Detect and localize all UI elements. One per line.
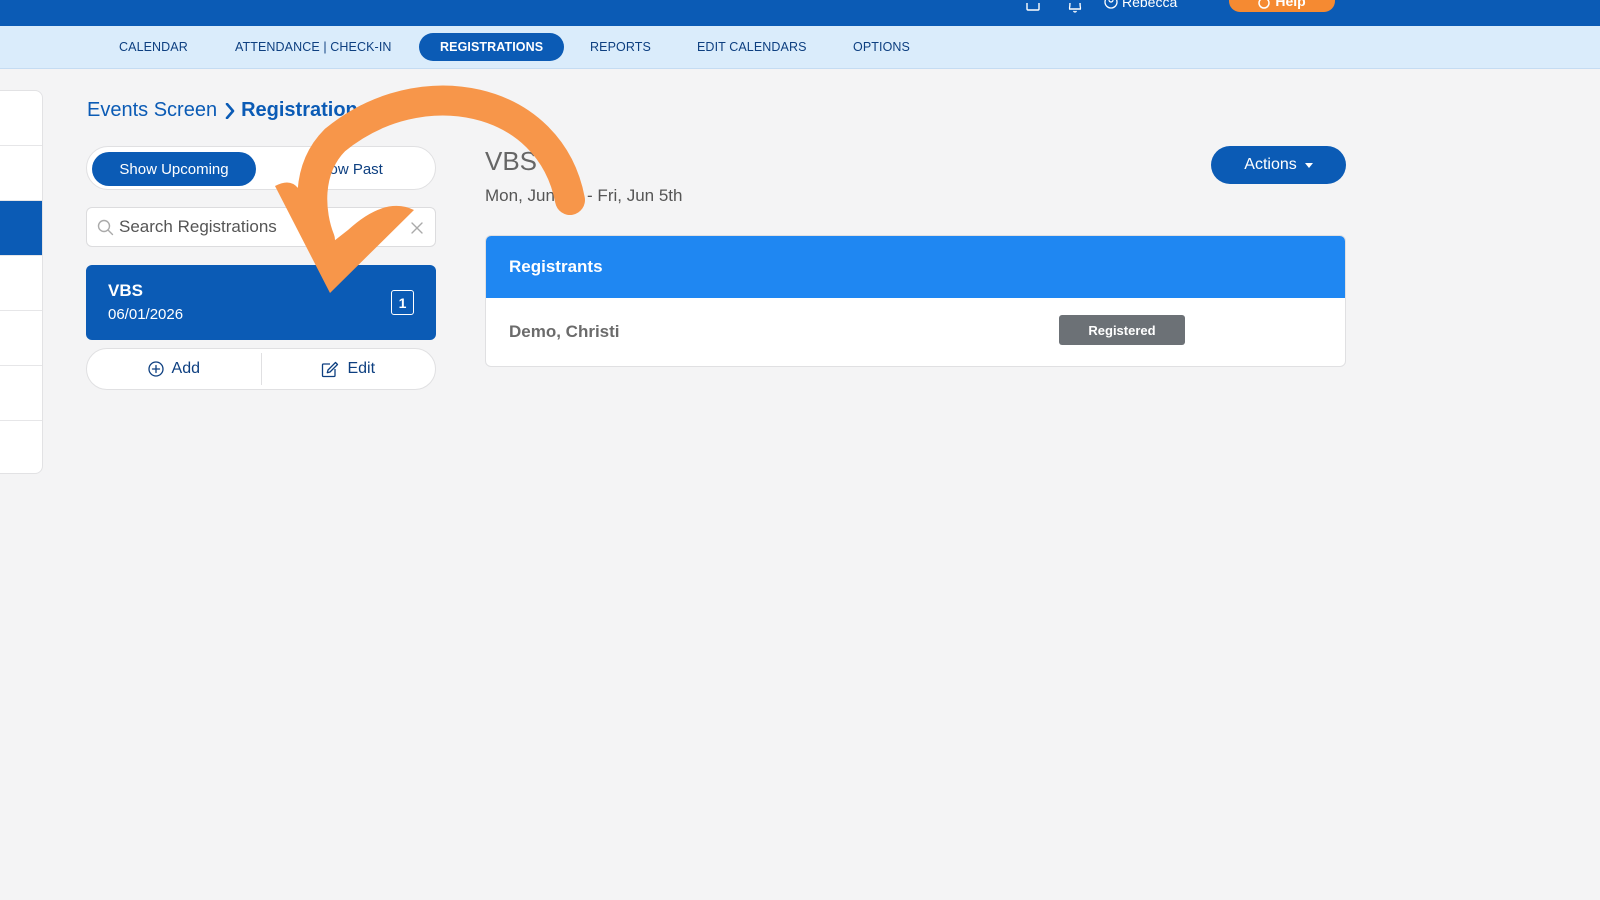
edit-event-button[interactable]: Edit [262,349,436,389]
nav-calendar[interactable]: CALENDAR [119,33,188,61]
rail-item[interactable] [0,256,42,311]
edit-icon [322,361,339,377]
user-icon [1104,0,1118,9]
side-rail [0,90,43,474]
edit-label: Edit [347,360,376,377]
question-icon [1258,0,1271,9]
top-bar: Rebecca Help [0,0,1600,26]
rail-item-active[interactable] [0,201,42,256]
event-detail-title: VBS [485,146,538,176]
rail-item[interactable] [0,91,42,146]
help-button[interactable]: Help [1229,0,1335,12]
user-menu[interactable]: Rebecca [1104,0,1177,14]
add-label: Add [171,360,200,377]
clear-icon[interactable] [411,221,423,239]
event-date-range: Mon, Jun 1st - Fri, Jun 5th [485,186,683,205]
nav-registrations[interactable]: REGISTRATIONS [419,33,565,61]
rail-item[interactable] [0,311,42,366]
bell-icon[interactable] [1067,0,1083,13]
breadcrumb-events-screen[interactable]: Events Screen [87,99,217,122]
main-nav: CALENDAR ATTENDANCE | CHECK-IN REGISTRAT… [0,26,1600,69]
calendar-icon[interactable] [1025,0,1041,11]
event-action-bar: Add Edit [86,348,436,390]
help-label: Help [1275,0,1306,9]
event-title: VBS [108,281,143,300]
rail-item[interactable] [0,421,42,473]
registrants-panel: Registrants Demo, Christi Registered [485,235,1346,367]
registrants-header: Registrants [486,236,1345,298]
nav-options[interactable]: OPTIONS [853,33,910,61]
registrant-name[interactable]: Demo, Christi [509,322,620,342]
user-name: Rebecca [1122,0,1178,10]
rail-item[interactable] [0,146,42,201]
nav-edit-calendars[interactable]: EDIT CALENDARS [697,33,807,61]
actions-dropdown-button[interactable]: Actions [1211,146,1346,184]
plus-circle-icon [147,361,164,377]
breadcrumb-current: Registrations [241,99,369,121]
rail-item[interactable] [0,366,42,421]
chevron-right-icon [225,102,235,119]
event-date: 06/01/2026 [108,306,184,323]
add-event-button[interactable]: Add [87,349,261,389]
search-icon [97,219,114,241]
nav-attendance-check-in[interactable]: ATTENDANCE | CHECK-IN [235,33,392,61]
event-list-item[interactable]: VBS 06/01/2026 1 [86,265,436,340]
breadcrumb: Events Screen Registrations [87,99,389,122]
show-past-button[interactable]: Show Past [263,152,431,186]
status-badge: Registered [1059,315,1185,345]
nav-reports[interactable]: REPORTS [590,33,651,61]
table-row[interactable]: Demo, Christi Registered [486,298,1345,366]
annotation-arrow-icon [275,85,585,293]
search-box [86,207,436,247]
event-filter-toggle: Show Upcoming Show Past [86,146,436,190]
actions-label: Actions [1244,156,1297,173]
search-input[interactable] [119,214,399,240]
caret-down-icon [1304,162,1313,168]
show-upcoming-button[interactable]: Show Upcoming [92,152,256,186]
registrant-count-badge: 1 [391,290,414,315]
question-circle-icon[interactable] [375,103,389,118]
